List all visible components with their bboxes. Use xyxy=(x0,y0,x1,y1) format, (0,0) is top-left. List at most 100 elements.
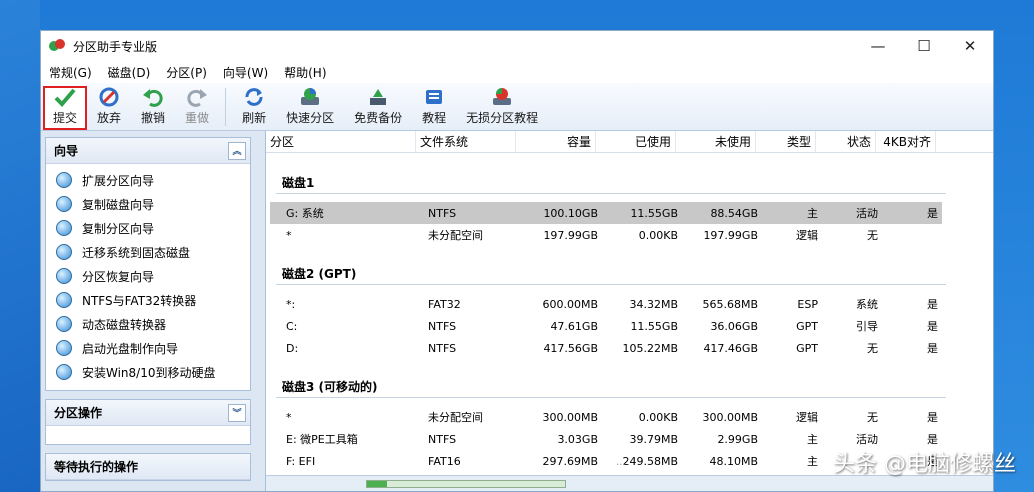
cell-filesystem: NTFS xyxy=(428,206,457,220)
partition-row[interactable]: D: NTFS 417.56GB 105.22MB 417.46GB GPT 无 是 xyxy=(270,337,942,359)
partition-row[interactable]: G: 系统 NTFS 100.10GB 11.55GB 88.54GB 主 活动 是 xyxy=(270,202,942,224)
column-header-partition[interactable]: 分区 xyxy=(266,131,416,152)
splitter-handle[interactable]: ··· xyxy=(616,460,626,471)
wizard-item-copy-disk[interactable]: 复制磁盘向导 xyxy=(56,192,250,216)
cell-capacity: 300.00MB xyxy=(542,410,598,424)
cell-capacity: 197.99GB xyxy=(543,228,598,242)
submit-button[interactable]: 提交 xyxy=(43,86,88,130)
cell-status: 系统 xyxy=(856,298,878,311)
disk-header[interactable]: 磁盘2 (GPT) xyxy=(266,260,993,282)
cell-used: 249.58MB xyxy=(622,454,678,468)
column-header-capacity[interactable]: 容量 xyxy=(516,131,596,152)
disk-header[interactable]: 磁盘1 xyxy=(266,169,993,191)
partition-ops-title: 分区操作 xyxy=(54,406,103,420)
discard-button[interactable]: 放弃 xyxy=(87,86,131,130)
wizard-item-ntfs-fat32[interactable]: NTFS与FAT32转换器 xyxy=(56,288,250,312)
undo-label: 撤销 xyxy=(141,111,166,125)
wizard-item-dynamic-disk[interactable]: 动态磁盘转换器 xyxy=(56,312,250,336)
wizard-panel-title: 向导 xyxy=(54,144,79,158)
table-header: 分区 文件系统 容量 已使用 未使用 类型 状态 4KB对齐 xyxy=(266,131,993,153)
cell-type: ESP xyxy=(797,297,818,311)
wizard-item-extend-partition[interactable]: 扩展分区向导 xyxy=(56,168,250,192)
close-button[interactable]: ✕ xyxy=(947,31,993,61)
cell-status: 引导 xyxy=(856,320,878,333)
wizard-panel-header[interactable]: 向导 ︽ xyxy=(46,138,250,164)
quick-partition-button[interactable]: 快速分区 xyxy=(276,86,344,130)
toolbar-separator xyxy=(225,88,227,126)
lossless-tutorial-button[interactable]: 无损分区教程 xyxy=(456,86,548,130)
menu-disk[interactable]: 磁盘(D) xyxy=(106,64,161,81)
cell-partition: G: 系统 xyxy=(286,207,324,220)
wizard-item-label: 动态磁盘转换器 xyxy=(82,317,167,332)
wizard-item-windows-to-go[interactable]: 安装Win8/10到移动硬盘 xyxy=(56,360,250,384)
column-header-4k-aligned[interactable]: 4KB对齐 xyxy=(876,131,936,152)
cell-status: 活动 xyxy=(856,207,878,220)
redo-icon xyxy=(185,86,209,107)
lossless-tutorial-icon xyxy=(490,86,514,107)
cell-used: 34.32MB xyxy=(629,297,678,311)
cell-4k-aligned: 是 xyxy=(927,298,938,311)
cell-4k-aligned xyxy=(880,224,940,246)
menu-help[interactable]: 帮助(H) xyxy=(282,64,336,81)
check-icon xyxy=(53,86,77,107)
wizard-list: 扩展分区向导 复制磁盘向导 复制分区向导 迁移系统到固态磁盘 分区恢复向导 NT… xyxy=(46,164,250,390)
backup-icon xyxy=(366,86,390,107)
wizard-item-bootable-media[interactable]: 启动光盘制作向导 xyxy=(56,336,250,360)
partition-row[interactable]: *: FAT32 600.00MB 34.32MB 565.68MB ESP 系统 是 xyxy=(270,293,942,315)
partition-row[interactable]: C: NTFS 47.61GB 11.55GB 36.06GB GPT 引导 是 xyxy=(270,315,942,337)
column-header-status[interactable]: 状态 xyxy=(816,131,876,152)
pending-ops-title: 等待执行的操作 xyxy=(54,460,139,474)
cell-unused: 565.68MB xyxy=(702,297,758,311)
cell-unused: 36.06GB xyxy=(710,319,758,333)
free-backup-button[interactable]: 免费备份 xyxy=(344,86,412,130)
menu-general[interactable]: 常规(G) xyxy=(47,64,102,81)
window-title: 分区助手专业版 xyxy=(73,39,158,54)
partition-ops-header[interactable]: 分区操作 ︾ xyxy=(46,400,250,426)
tutorial-icon xyxy=(422,86,446,107)
cell-4k-aligned: 是 xyxy=(927,207,938,220)
cell-partition: F: EFI xyxy=(286,454,316,468)
refresh-button[interactable]: 刷新 xyxy=(232,86,276,130)
cell-filesystem: NTFS xyxy=(428,432,457,446)
cell-4k-aligned: 是 xyxy=(927,342,938,355)
cell-partition: * xyxy=(286,410,292,424)
wizard-icon xyxy=(56,172,72,188)
wizard-item-partition-recovery[interactable]: 分区恢复向导 xyxy=(56,264,250,288)
wizard-item-label: 启动光盘制作向导 xyxy=(82,341,179,356)
column-header-unused[interactable]: 未使用 xyxy=(676,131,756,152)
wizard-icon xyxy=(56,292,72,308)
column-header-type[interactable]: 类型 xyxy=(756,131,816,152)
cell-type: 逻辑 xyxy=(796,411,818,424)
collapse-up-icon[interactable]: ︽ xyxy=(228,141,246,160)
wizard-item-label: 分区恢复向导 xyxy=(82,269,155,284)
partition-row[interactable]: * 未分配空间 197.99GB 0.00KB 197.99GB 逻辑 无 xyxy=(270,224,942,246)
cell-used: 11.55GB xyxy=(630,206,678,220)
maximize-button[interactable]: ☐ xyxy=(901,31,947,61)
cell-filesystem: 未分配空间 xyxy=(428,229,483,242)
minimize-button[interactable]: — xyxy=(855,31,901,61)
disk-divider xyxy=(276,397,946,398)
wizard-item-migrate-os[interactable]: 迁移系统到固态磁盘 xyxy=(56,240,250,264)
redo-button[interactable]: 重做 xyxy=(175,86,219,130)
desktop-background xyxy=(0,0,40,492)
menu-partition[interactable]: 分区(P) xyxy=(164,64,217,81)
progress-bar xyxy=(366,479,566,488)
collapse-down-icon[interactable]: ︾ xyxy=(228,403,246,422)
cell-type: GPT xyxy=(796,319,818,333)
wizard-item-copy-partition[interactable]: 复制分区向导 xyxy=(56,216,250,240)
disk-header[interactable]: 磁盘3 (可移动的) xyxy=(266,373,993,395)
cell-capacity: 100.10GB xyxy=(543,206,598,220)
cell-partition: *: xyxy=(286,297,296,311)
partition-row[interactable]: * 未分配空间 300.00MB 0.00KB 300.00MB 逻辑 无 是 xyxy=(270,406,942,428)
disk-divider xyxy=(276,193,946,194)
pending-ops-header[interactable]: 等待执行的操作 xyxy=(46,454,250,480)
left-pane: 向导 ︽ 扩展分区向导 复制磁盘向导 复制分区向导 迁移系统到固态磁盘 分区恢复… xyxy=(41,131,251,491)
tutorial-button[interactable]: 教程 xyxy=(412,86,456,130)
wizard-icon xyxy=(56,364,72,380)
undo-button[interactable]: 撤销 xyxy=(131,86,175,130)
column-header-used[interactable]: 已使用 xyxy=(596,131,676,152)
menu-wizard[interactable]: 向导(W) xyxy=(221,64,278,81)
wizard-icon xyxy=(56,244,72,260)
cell-partition: C: xyxy=(286,319,298,333)
column-header-filesystem[interactable]: 文件系统 xyxy=(416,131,516,152)
